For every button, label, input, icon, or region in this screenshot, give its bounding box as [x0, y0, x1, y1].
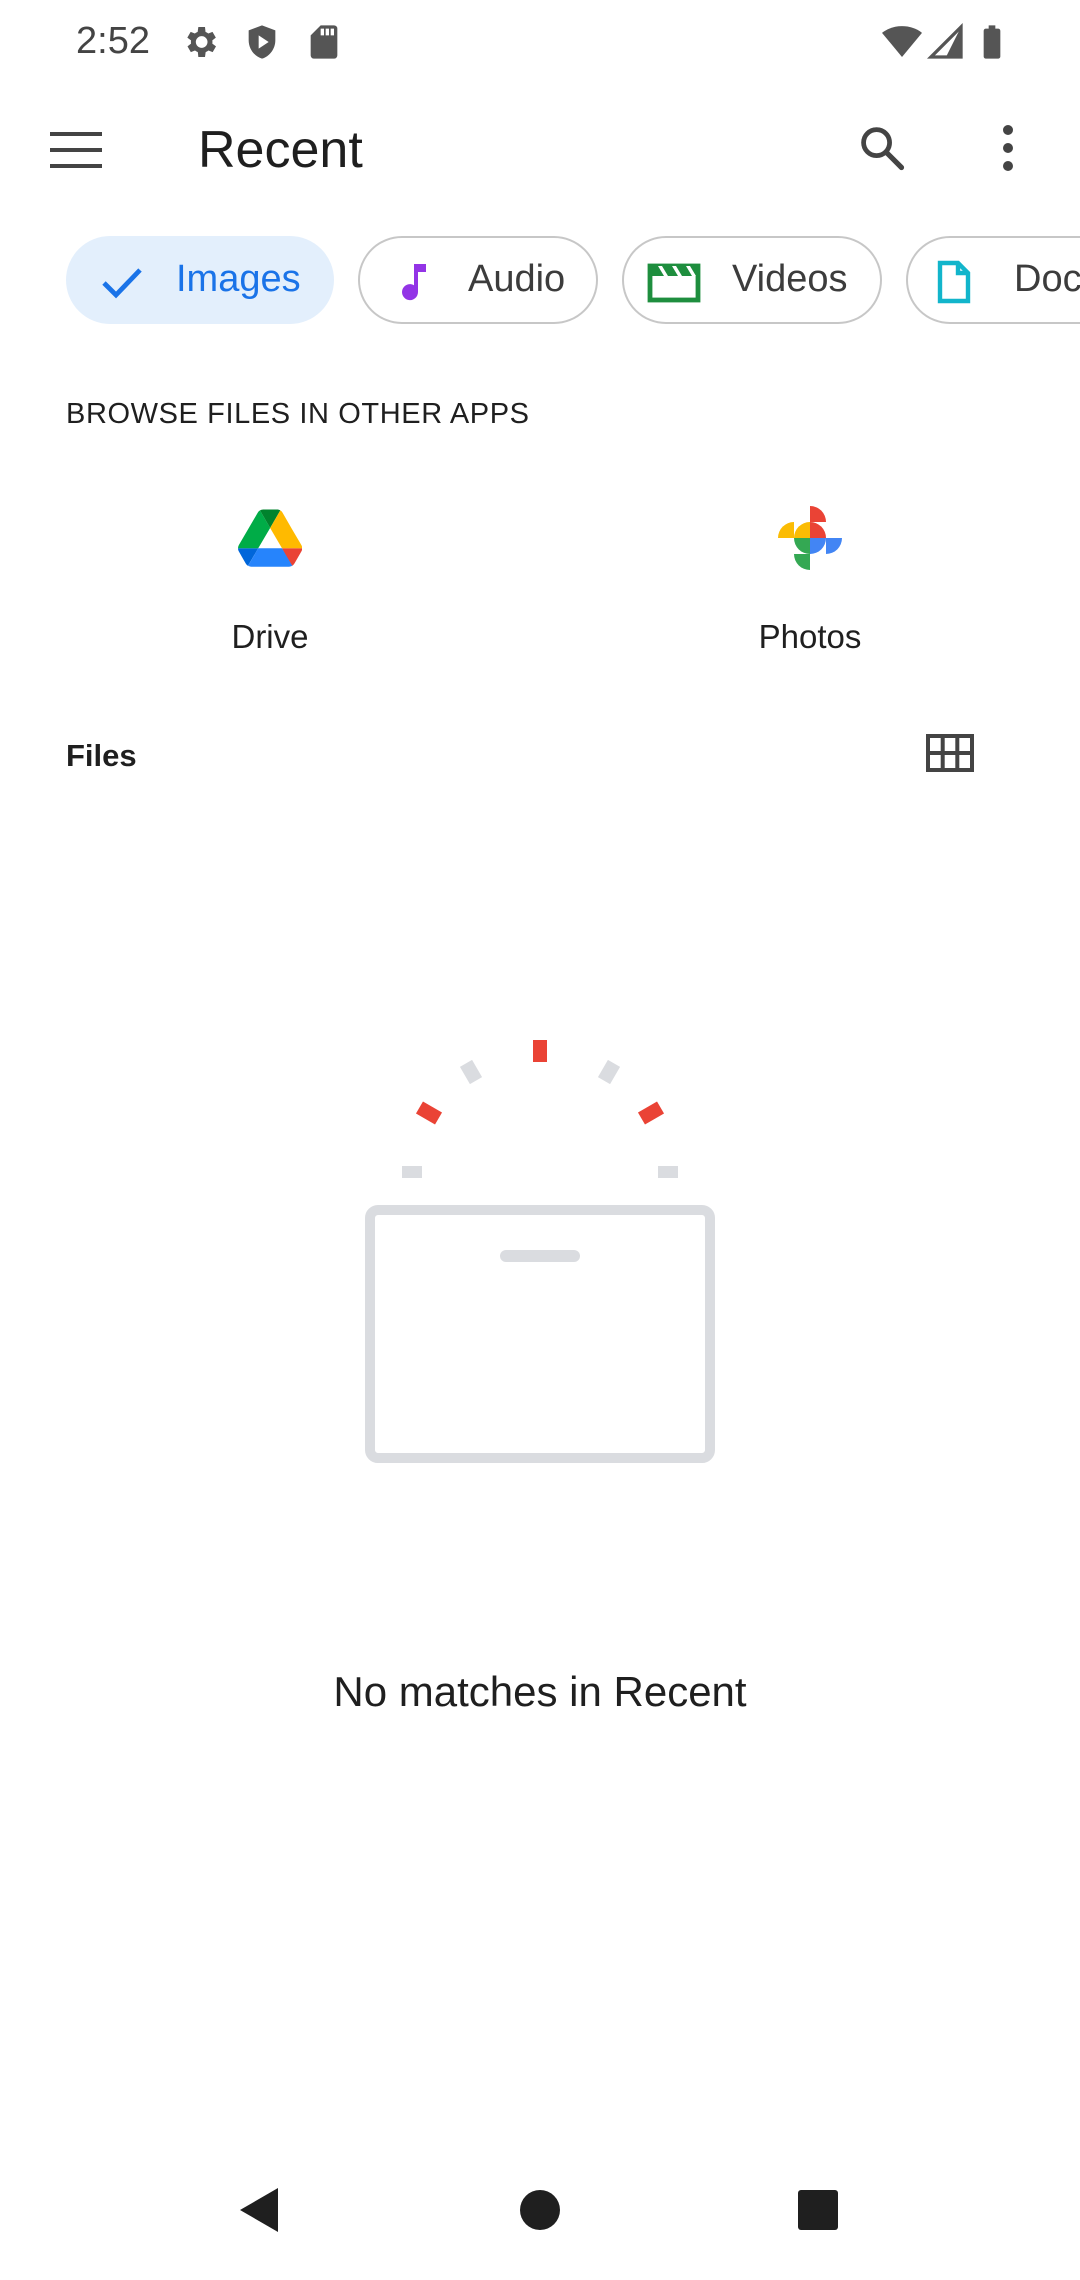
file-type-filter-chips: Images Audio Videos Doc — [0, 236, 1080, 328]
app-photos[interactable]: Photos — [670, 490, 950, 670]
chip-label: Audio — [468, 258, 566, 300]
status-time: 2:52 — [76, 20, 150, 62]
grid-view-icon[interactable] — [910, 720, 990, 786]
more-vert-icon[interactable] — [968, 108, 1048, 188]
recents-icon[interactable] — [778, 2170, 858, 2250]
shield-icon — [242, 22, 282, 62]
status-bar: 2:52 — [0, 0, 1080, 90]
settings-icon — [180, 22, 220, 62]
chip-label: Videos — [732, 258, 848, 300]
files-section-label: Files — [66, 738, 137, 773]
browse-section-header: BROWSE FILES IN OTHER APPS — [66, 398, 530, 430]
search-icon[interactable] — [842, 108, 922, 188]
chip-label: Images — [176, 258, 301, 300]
top-app-bar: Recent — [0, 90, 1080, 210]
app-drive[interactable]: Drive — [130, 490, 410, 670]
check-icon — [98, 258, 146, 306]
empty-folder-illustration — [340, 1020, 740, 1490]
menu-icon[interactable] — [36, 110, 116, 190]
battery-icon — [972, 22, 1012, 62]
chip-label: Doc — [1014, 258, 1080, 300]
chip-audio[interactable]: Audio — [358, 236, 598, 324]
chip-videos[interactable]: Videos — [622, 236, 882, 324]
music-note-icon — [390, 258, 438, 306]
google-drive-icon — [238, 506, 302, 570]
home-icon[interactable] — [500, 2170, 580, 2250]
wifi-icon — [882, 22, 922, 62]
app-label: Drive — [231, 618, 309, 655]
movie-icon — [646, 258, 702, 306]
page-title: Recent — [198, 121, 363, 179]
chip-documents[interactable]: Doc — [906, 236, 1080, 324]
app-label: Photos — [758, 618, 862, 655]
document-icon — [930, 258, 978, 306]
back-icon[interactable] — [218, 2170, 298, 2250]
empty-state-message: No matches in Recent — [333, 1668, 747, 1715]
signal-icon — [926, 22, 966, 62]
google-photos-icon — [778, 506, 842, 570]
sd-card-icon — [304, 22, 344, 62]
system-navigation-bar — [0, 2150, 1080, 2280]
chip-images[interactable]: Images — [66, 236, 334, 324]
